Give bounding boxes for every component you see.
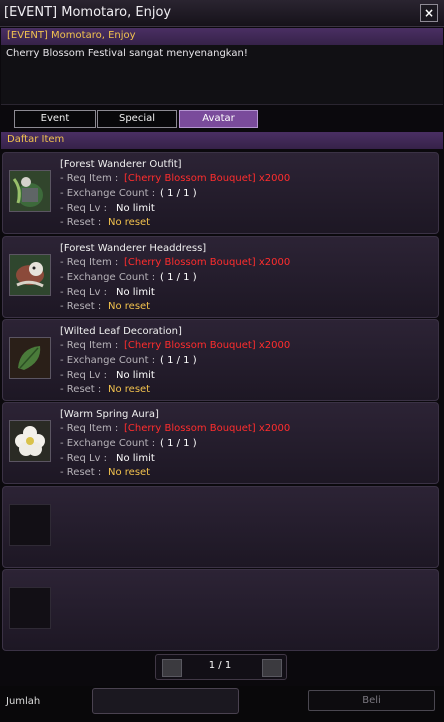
quantity-input[interactable] [92,688,239,714]
exchange-count-value: ( 1 / 1 ) [160,355,197,366]
title-bar[interactable]: [EVENT] Momotaro, Enjoy × [0,0,444,27]
outfit-icon [9,170,51,212]
pagination: 1 / 1 [155,654,287,680]
reset-row: - Reset : No reset [60,467,150,478]
reset-value: No reset [108,467,151,478]
req-lv-value: No limit [116,370,155,381]
req-lv-row: - Req Lv : No limit [60,287,155,298]
exchange-count-label: - Exchange Count : [60,355,156,366]
req-item-row: - Req Item : [Cherry Blossom Bouquet] x20… [60,173,290,184]
req-lv-value: No limit [116,287,155,298]
req-lv-label: - Req Lv : [60,370,108,381]
reset-value: No reset [108,217,151,228]
page-indicator: 1 / 1 [208,660,232,671]
list-item[interactable]: [Wilted Leaf Decoration] - Req Item : [Ch… [2,319,439,401]
item-name: [Forest Wanderer Headdress] [60,243,207,254]
req-item-row: - Req Item : [Cherry Blossom Bouquet] x20… [60,340,290,351]
reset-value: No reset [108,384,151,395]
req-item-label: - Req Item : [60,257,119,268]
req-item-row: - Req Item : [Cherry Blossom Bouquet] x20… [60,423,290,434]
reset-row: - Reset : No reset [60,217,150,228]
req-item-label: - Req Item : [60,423,119,434]
exchange-count-value: ( 1 / 1 ) [160,438,197,449]
exchange-count-value: ( 1 / 1 ) [160,188,197,199]
exchange-count-row: - Exchange Count : ( 1 / 1 ) [60,188,197,199]
empty-list-item [2,486,439,568]
exchange-count-row: - Exchange Count : ( 1 / 1 ) [60,272,197,283]
tab-special[interactable]: Special [97,110,177,128]
empty-slot [9,587,51,629]
next-page-button[interactable] [262,659,282,677]
buy-button[interactable]: Beli [308,690,435,711]
reset-label: - Reset : [60,217,102,228]
req-lv-label: - Req Lv : [60,287,108,298]
window-title: [EVENT] Momotaro, Enjoy [4,5,172,20]
reset-value: No reset [108,301,151,312]
req-lv-value: No limit [116,453,155,464]
list-header: Daftar Item [1,132,443,149]
req-item-value: [Cherry Blossom Bouquet] x2000 [124,173,291,184]
tab-special-label: Special [118,113,156,124]
req-item-label: - Req Item : [60,173,119,184]
headdress-icon [9,254,51,296]
list-item[interactable]: [Warm Spring Aura] - Req Item : [Cherry B… [2,402,439,484]
npc-name-bar: [EVENT] Momotaro, Enjoy [1,28,443,45]
reset-label: - Reset : [60,467,102,478]
tab-avatar[interactable]: Avatar [179,110,258,128]
list-item[interactable]: [Forest Wanderer Outfit] - Req Item : [Ch… [2,152,439,234]
req-lv-label: - Req Lv : [60,203,108,214]
close-button[interactable]: × [420,4,438,22]
exchange-count-label: - Exchange Count : [60,188,156,199]
exchange-count-row: - Exchange Count : ( 1 / 1 ) [60,355,197,366]
exchange-count-value: ( 1 / 1 ) [160,272,197,283]
item-name: [Warm Spring Aura] [60,409,159,420]
quantity-label: Jumlah [6,696,41,707]
reset-row: - Reset : No reset [60,301,150,312]
reset-label: - Reset : [60,301,102,312]
exchange-count-label: - Exchange Count : [60,438,156,449]
req-item-row: - Req Item : [Cherry Blossom Bouquet] x20… [60,257,290,268]
item-name: [Forest Wanderer Outfit] [60,159,182,170]
req-item-value: [Cherry Blossom Bouquet] x2000 [124,340,291,351]
prev-page-button[interactable] [162,659,182,677]
reset-row: - Reset : No reset [60,384,150,395]
exchange-count-row: - Exchange Count : ( 1 / 1 ) [60,438,197,449]
bottom-bar: Jumlah Beli [0,686,444,722]
reset-label: - Reset : [60,384,102,395]
buy-button-label: Beli [362,695,381,706]
req-lv-label: - Req Lv : [60,453,108,464]
req-lv-row: - Req Lv : No limit [60,370,155,381]
flower-icon [9,420,51,462]
npc-name: [EVENT] Momotaro, Enjoy [7,30,136,41]
tab-event-label: Event [40,113,70,124]
req-item-value: [Cherry Blossom Bouquet] x2000 [124,257,291,268]
npc-dialog-text: Cherry Blossom Festival sangat menyenang… [6,48,248,59]
empty-slot [9,504,51,546]
req-lv-value: No limit [116,203,155,214]
tab-bar: Event Special Avatar [0,108,444,130]
exchange-count-label: - Exchange Count : [60,272,156,283]
list-item[interactable]: [Forest Wanderer Headdress] - Req Item :… [2,236,439,318]
list-header-text: Daftar Item [7,134,65,145]
exchange-window: [EVENT] Momotaro, Enjoy × [EVENT] Momota… [0,0,444,722]
npc-dialog: Cherry Blossom Festival sangat menyenang… [1,45,443,105]
req-lv-row: - Req Lv : No limit [60,453,155,464]
close-icon: × [423,6,435,20]
tab-event[interactable]: Event [14,110,96,128]
req-lv-row: - Req Lv : No limit [60,203,155,214]
req-item-label: - Req Item : [60,340,119,351]
empty-list-item [2,569,439,651]
leaf-icon [9,337,51,379]
req-item-value: [Cherry Blossom Bouquet] x2000 [124,423,291,434]
item-name: [Wilted Leaf Decoration] [60,326,182,337]
tab-avatar-label: Avatar [202,113,235,124]
